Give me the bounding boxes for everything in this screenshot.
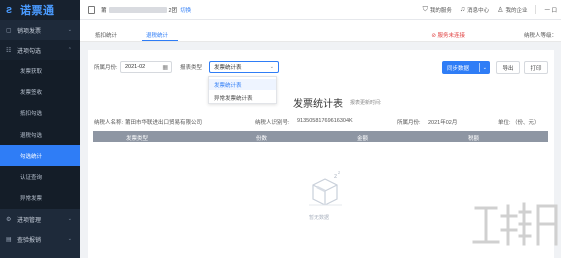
sidebar-item-label: 勾选统计	[20, 153, 43, 160]
active-tab-indicator	[142, 40, 178, 42]
empty-state-text: 暂无数据	[309, 215, 330, 221]
sync-label: 同步数据	[447, 65, 470, 72]
taxpayer-id-label: 纳税人识别号:	[255, 120, 290, 126]
chevron-down-icon: ⌄	[67, 216, 72, 223]
empty-box-icon: z z	[309, 170, 342, 206]
bell-icon: ♫	[459, 6, 466, 13]
watermark-logo	[472, 202, 558, 246]
column-header: 税额	[468, 136, 480, 142]
sidebar-item-label: 抵扣勾选	[20, 111, 43, 118]
report-update-time: 报表更新时间:	[350, 100, 382, 106]
dropdown-option[interactable]: 异常发票统计表	[209, 92, 276, 103]
svg-text:z: z	[338, 170, 340, 175]
divider	[535, 5, 537, 14]
sidebar: ƨ 诺票通 ▢ 销项发票 ⌄ ☷ 进项勾选 ⌃ 发票获取 发票签收 抵扣勾选 退…	[0, 0, 80, 258]
sidebar-item-abnormal-invoice[interactable]: 异常发票	[0, 187, 80, 210]
report-title: 发票统计表	[293, 99, 343, 110]
chevron-down-icon: ⌄	[67, 236, 72, 243]
message-center-button[interactable]: ♫ 消息中心	[460, 6, 489, 14]
chevron-up-icon: ⌃	[67, 47, 72, 53]
tab-bar: 抵扣统计 退税统计 ⊘ 服务未连接 纳税人等级：	[80, 20, 561, 42]
menu-group-input-check[interactable]: ☷ 进项勾选 ⌃	[0, 40, 80, 60]
sidebar-item-label: 发票获取	[20, 68, 43, 75]
column-header: 份数	[256, 136, 268, 142]
taxpayer-name-label: 纳税人名称:	[94, 120, 124, 126]
gear-icon: ⚙	[6, 216, 12, 223]
sidebar-item-deduction-check[interactable]: 抵扣勾选	[0, 102, 80, 124]
document-icon	[88, 5, 95, 14]
service-status-text: 服务未连接	[437, 33, 465, 39]
divider	[479, 63, 480, 72]
company-name-suffix: 2团	[168, 7, 178, 14]
tab-deduction-statistics[interactable]: 抵扣统计	[95, 31, 117, 39]
table-header: 发票类型 份数 金额 税额	[93, 131, 548, 142]
period-value: 2021年02月	[428, 120, 458, 126]
service-status[interactable]: ⊘ 服务未连接	[431, 31, 465, 39]
check-list-icon: ☷	[6, 47, 12, 54]
print-button[interactable]: 打印	[524, 61, 548, 74]
app-logo[interactable]: ƨ 诺票通	[0, 0, 80, 20]
menu-group-input-manage[interactable]: ⚙ 进项管理 ⌄	[0, 209, 80, 229]
column-header: 金额	[357, 136, 369, 142]
taxpayer-name: 莆田市华联进出口贸易有限公司	[125, 120, 203, 126]
action-label: 消息中心	[467, 7, 490, 14]
switch-company-link[interactable]: 切换	[180, 6, 191, 14]
window-controls[interactable]: 一 口	[544, 6, 557, 14]
sidebar-item-label: 异常发票	[20, 196, 43, 203]
month-filter-label: 所属月份:	[94, 65, 118, 71]
sidebar-item-label: 发票签收	[20, 89, 43, 96]
logo-text: 诺票通	[20, 5, 55, 17]
column-header: 发票类型	[126, 136, 149, 142]
sidebar-item-check-statistics[interactable]: 勾选统计	[0, 145, 80, 167]
period-label: 所属月份:	[397, 120, 421, 126]
my-service-button[interactable]: ⛉ 我的服务	[423, 6, 452, 14]
taxpayer-level: 纳税人等级：	[523, 33, 557, 39]
sidebar-item-label: 认证查询	[20, 175, 43, 182]
menu-group-verify[interactable]: ▤ 查验报销 ⌄	[0, 229, 80, 249]
chevron-down-icon[interactable]: ⌄	[483, 65, 487, 71]
logo-icon: ƨ	[6, 3, 13, 16]
chevron-down-icon: ⌄	[269, 64, 274, 70]
tab-refund-statistics[interactable]: 退税统计	[146, 31, 168, 39]
dropdown-option[interactable]: 发票统计表	[209, 79, 276, 90]
sidebar-item-label: 退税勾选	[20, 132, 43, 139]
company-name-prefix: 莆	[101, 7, 107, 14]
company-name: 莆 2团	[101, 6, 177, 14]
shield-icon: ⛉	[422, 5, 428, 13]
export-button[interactable]: 导出	[496, 61, 520, 74]
sidebar-item-auth-query[interactable]: 认证查询	[0, 166, 80, 188]
calendar-icon: ▦	[162, 64, 168, 71]
svg-text:z: z	[334, 173, 337, 180]
report-type-dropdown: 发票统计表 异常发票统计表	[208, 76, 277, 104]
report-type-value: 发票统计表	[214, 65, 242, 71]
receipt-icon: ▤	[6, 236, 12, 243]
top-bar: 莆 2团 切换 ⛉ 我的服务 ♫ 消息中心 ♙ 我的企业 一 口	[80, 0, 561, 20]
unit-label: 单位: （份、元）	[498, 120, 540, 126]
month-picker[interactable]: 2021-02 ▦	[120, 61, 172, 73]
taxpayer-id: 91350581769616304K	[297, 118, 353, 124]
my-company-button[interactable]: ♙ 我的企业	[497, 6, 527, 14]
sidebar-item-refund-check[interactable]: 退税勾选	[0, 123, 80, 146]
action-label: 我的企业	[505, 7, 528, 14]
sidebar-item-invoice-fetch[interactable]: 发票获取	[0, 60, 80, 82]
top-actions: ⛉ 我的服务 ♫ 消息中心 ♙ 我的企业 一 口	[423, 5, 557, 14]
file-icon: ▢	[6, 27, 12, 34]
menu-group-sales-invoice[interactable]: ▢ 销项发票 ⌄	[0, 20, 80, 40]
user-icon: ♙	[497, 6, 504, 14]
sidebar-item-invoice-sign[interactable]: 发票签收	[0, 81, 80, 103]
menu-group-label: 进项勾选	[17, 48, 42, 55]
report-type-label: 报表类型	[180, 65, 203, 71]
action-label: 我的服务	[429, 7, 452, 14]
report-type-select[interactable]: 发票统计表 ⌄	[209, 61, 279, 73]
month-value: 2021-02	[125, 64, 146, 70]
menu-group-label: 查验报销	[17, 237, 42, 244]
redacted-text	[108, 7, 167, 14]
menu-group-label: 进项管理	[17, 217, 42, 224]
menu-group-label: 销项发票	[17, 28, 42, 35]
sync-data-button[interactable]: 同步数据 ⌄	[442, 61, 490, 74]
chevron-down-icon: ⌄	[67, 27, 72, 33]
